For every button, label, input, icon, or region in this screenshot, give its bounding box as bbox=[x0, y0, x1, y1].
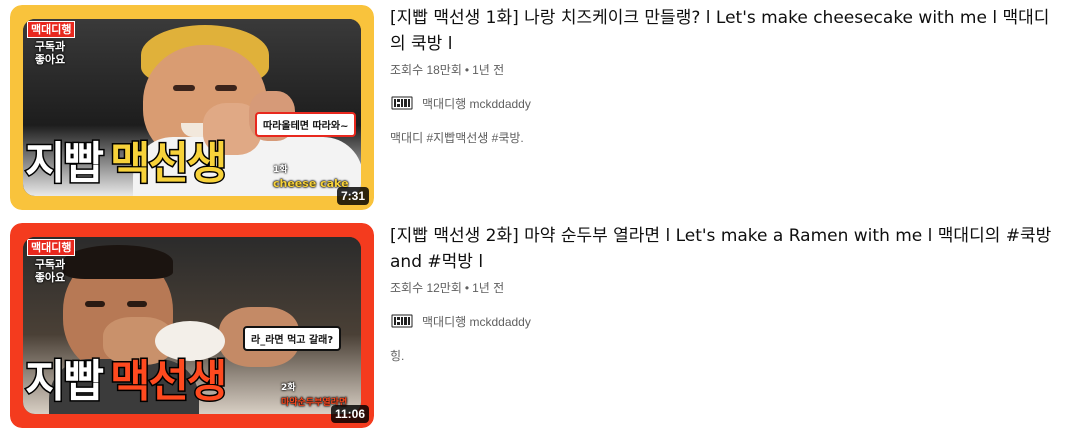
video-thumbnail-1[interactable]: 맥대디행 구독과 좋아요 따라올테면 따라와~ 지빱 맥선생 1화 cheese … bbox=[10, 5, 374, 210]
thumb-title-word2: 맥선생 bbox=[108, 356, 228, 407]
badge-bottom-text: 구독과 좋아요 bbox=[34, 258, 66, 284]
video-title[interactable]: [지빱 맥선생 2화] 마약 순두부 열라면 l Let's make a Ra… bbox=[390, 223, 1062, 275]
channel-name[interactable]: 맥대디행 mckddaddy bbox=[422, 95, 531, 112]
badge-bottom-text: 구독과 좋아요 bbox=[34, 40, 66, 66]
speech-text: 따라올테면 따라와~ bbox=[263, 121, 349, 132]
video-thumbnail-2[interactable]: 맥대디행 구독과 좋아요 라_라면 먹고 갈래? 지빱 맥선생 2화 마약순두부열… bbox=[10, 223, 374, 428]
upload-age: 1년 전 bbox=[472, 63, 505, 77]
subscribe-badge: 맥대디행 구독과 좋아요 bbox=[27, 21, 76, 66]
view-count: 조회수 18만회 bbox=[390, 63, 462, 77]
video-result-1: 맥대디행 구독과 좋아요 따라올테면 따라와~ 지빱 맥선생 1화 cheese … bbox=[10, 5, 1070, 210]
video-info-1: [지빱 맥선생 1화] 나랑 치즈케이크 만들랭? l Let's make c… bbox=[390, 5, 1062, 210]
duration-badge: 11:06 bbox=[330, 405, 369, 423]
thumbnail-title: 지빱 맥선생 bbox=[24, 356, 229, 407]
meta-separator: • bbox=[464, 281, 470, 295]
view-count: 조회수 12만회 bbox=[390, 281, 462, 295]
video-result-2: 맥대디행 구독과 좋아요 라_라면 먹고 갈래? 지빱 맥선생 2화 마약순두부열… bbox=[10, 223, 1070, 428]
thumbnail-image: 맥대디행 구독과 좋아요 라_라면 먹고 갈래? 지빱 맥선생 2화 마약순두부열… bbox=[23, 237, 361, 414]
channel-name[interactable]: 맥대디행 mckddaddy bbox=[422, 313, 531, 330]
speech-bubble: 라_라면 먹고 갈래? bbox=[243, 326, 342, 351]
subscribe-badge: 맥대디행 구독과 좋아요 bbox=[27, 239, 76, 284]
thumb-title-word1: 지빱 bbox=[24, 138, 106, 189]
video-info-2: [지빱 맥선생 2화] 마약 순두부 열라면 l Let's make a Ra… bbox=[390, 223, 1062, 428]
thumbnail-image: 맥대디행 구독과 좋아요 따라올테면 따라와~ 지빱 맥선생 1화 cheese … bbox=[23, 19, 361, 196]
video-title[interactable]: [지빱 맥선생 1화] 나랑 치즈케이크 만들랭? l Let's make c… bbox=[390, 5, 1062, 57]
video-description: 힝. bbox=[390, 349, 405, 363]
thumb-title-word2: 맥선생 bbox=[108, 138, 228, 189]
video-description: 맥대디 #지빱맥선생 #쿡방. bbox=[390, 131, 524, 145]
video-metadata: 조회수 12만회 • 1년 전 bbox=[390, 279, 1062, 297]
episode-number: 1화 bbox=[273, 165, 288, 175]
speech-text: 라_라면 먹고 갈래? bbox=[251, 335, 334, 346]
video-metadata: 조회수 18만회 • 1년 전 bbox=[390, 61, 1062, 79]
badge-top-text: 맥대디행 bbox=[27, 239, 76, 256]
thumb-title-word1: 지빱 bbox=[24, 356, 106, 407]
episode-number: 2화 bbox=[281, 383, 296, 393]
speech-bubble: 따라올테면 따라와~ bbox=[255, 112, 357, 137]
duration-badge: 7:31 bbox=[336, 187, 369, 205]
mckddaddy-logo-icon bbox=[390, 91, 414, 115]
badge-top-text: 맥대디행 bbox=[27, 21, 76, 38]
mckddaddy-logo-icon bbox=[390, 309, 414, 333]
channel-link[interactable]: 맥대디행 mckddaddy bbox=[390, 309, 1062, 333]
thumbnail-title: 지빱 맥선생 bbox=[24, 138, 229, 189]
upload-age: 1년 전 bbox=[472, 281, 505, 295]
channel-link[interactable]: 맥대디행 mckddaddy bbox=[390, 91, 1062, 115]
meta-separator: • bbox=[464, 63, 470, 77]
